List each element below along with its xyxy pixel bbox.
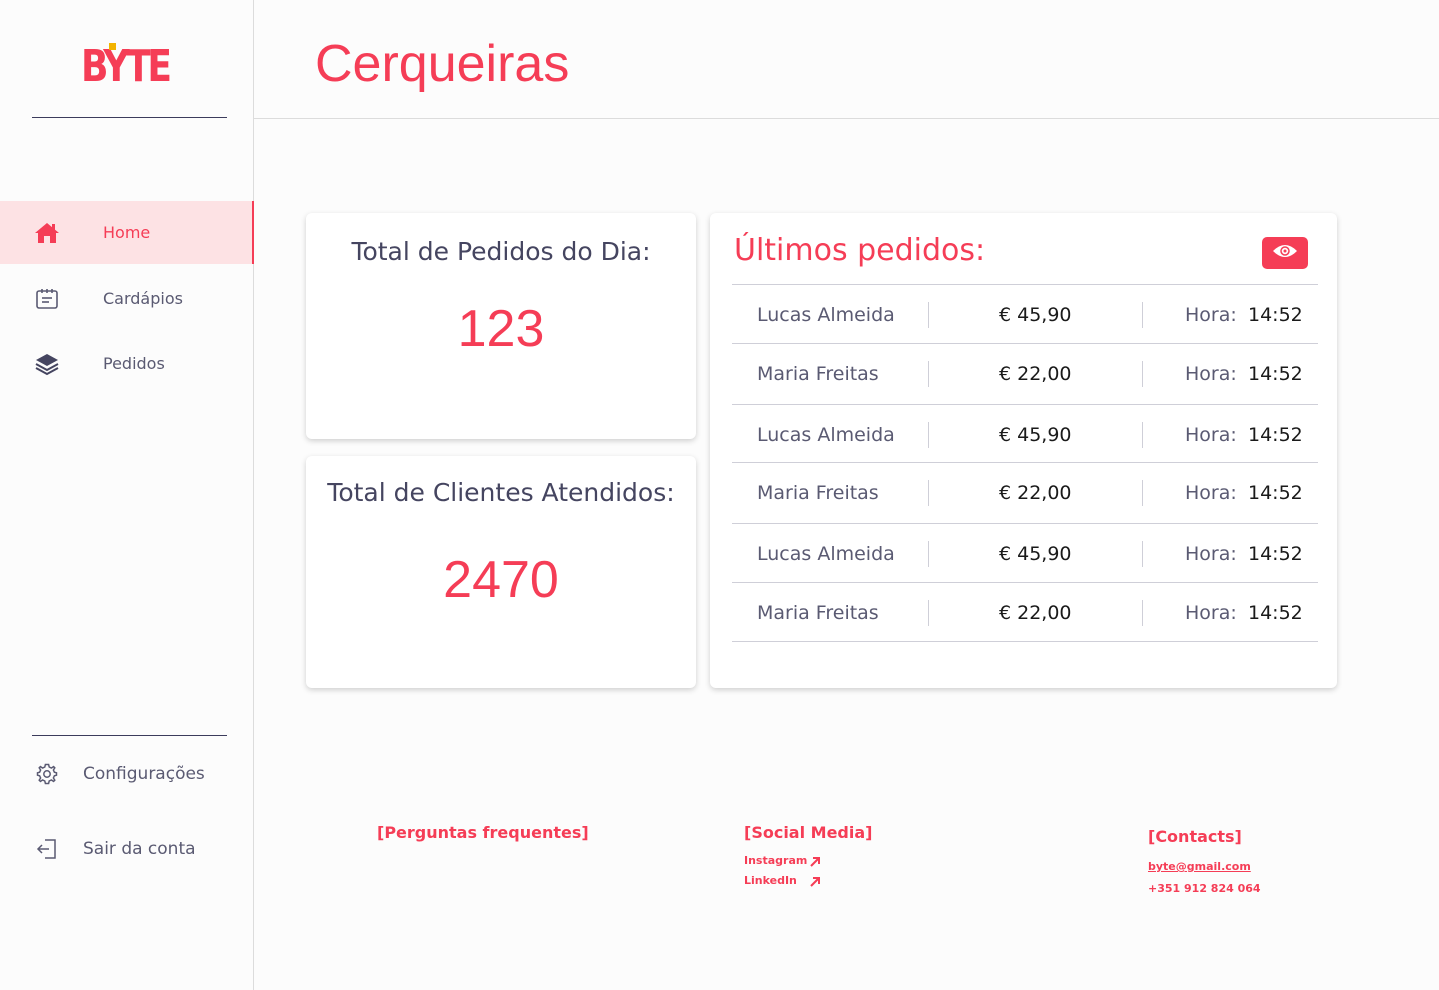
clients-total-title: Total de Clientes Atendidos: — [327, 478, 675, 507]
column-divider — [928, 422, 929, 448]
order-price: € 22,00 — [999, 602, 1072, 624]
order-row[interactable]: Lucas Almeida € 45,90 Hora: 14:52 — [732, 404, 1318, 464]
contact-phone: +351 912 824 064 — [1148, 882, 1261, 895]
order-price: € 45,90 — [999, 424, 1072, 446]
order-time: 14:52 — [1248, 424, 1303, 446]
column-divider — [1142, 541, 1143, 567]
sidebar-divider-top — [32, 117, 227, 118]
sidebar-item-home[interactable]: Home — [0, 201, 254, 264]
order-customer-name: Maria Freitas — [757, 363, 879, 385]
order-time-label: Hora: — [1185, 543, 1237, 565]
clients-total-value: 2470 — [443, 551, 559, 609]
contact-email-link[interactable]: byte@gmail.com — [1148, 860, 1251, 873]
sidebar-item-label: Configurações — [83, 764, 205, 784]
order-time: 14:52 — [1248, 363, 1303, 385]
order-row[interactable]: Maria Freitas € 22,00 Hora: 14:52 — [732, 462, 1318, 522]
order-row[interactable]: Maria Freitas € 22,00 Hora: 14:52 — [732, 343, 1318, 403]
column-divider — [1142, 600, 1143, 626]
layers-icon — [34, 351, 60, 377]
column-divider — [928, 541, 929, 567]
sidebar-item-configuracoes[interactable]: Configurações — [0, 754, 254, 794]
column-divider — [928, 361, 929, 387]
order-customer-name: Maria Freitas — [757, 482, 879, 504]
order-price: € 22,00 — [999, 482, 1072, 504]
order-time-label: Hora: — [1185, 482, 1237, 504]
column-divider — [1142, 422, 1143, 448]
view-orders-button[interactable] — [1262, 237, 1308, 269]
column-divider — [1142, 480, 1143, 506]
recent-orders-title: Últimos pedidos: — [734, 233, 986, 268]
eye-icon — [1272, 243, 1298, 263]
clients-total-card: Total de Clientes Atendidos: 2470 — [306, 456, 696, 688]
order-time: 14:52 — [1248, 543, 1303, 565]
gear-icon — [34, 761, 60, 787]
order-row[interactable]: Lucas Almeida € 45,90 Hora: 14:52 — [732, 523, 1318, 583]
column-divider — [928, 480, 929, 506]
order-time: 14:52 — [1248, 482, 1303, 504]
order-time-label: Hora: — [1185, 424, 1237, 446]
column-divider — [1142, 302, 1143, 328]
instagram-link[interactable]: Instagram — [744, 854, 807, 867]
sidebar: BYTE Home Cardápios Pedidos Configuraçõe… — [0, 0, 254, 990]
page-header: Cerqueiras — [254, 0, 1439, 119]
order-time-label: Hora: — [1185, 304, 1237, 326]
orders-total-card: Total de Pedidos do Dia: 123 — [306, 213, 696, 439]
order-time: 14:52 — [1248, 304, 1303, 326]
contacts-title: [Contacts] — [1148, 827, 1242, 846]
order-time: 14:52 — [1248, 602, 1303, 624]
logo-dot — [109, 43, 116, 50]
sidebar-item-label: Pedidos — [103, 354, 165, 373]
order-price: € 45,90 — [999, 543, 1072, 565]
page-title: Cerqueiras — [315, 35, 570, 93]
orders-total-title: Total de Pedidos do Dia: — [351, 237, 651, 266]
byte-logo[interactable]: BYTE — [81, 41, 172, 92]
social-media-title: [Social Media] — [744, 823, 873, 842]
order-customer-name: Lucas Almeida — [757, 304, 895, 326]
home-icon — [34, 220, 60, 246]
order-customer-name: Maria Freitas — [757, 602, 879, 624]
order-row[interactable]: Lucas Almeida € 45,90 Hora: 14:52 — [732, 284, 1318, 344]
column-divider — [928, 600, 929, 626]
external-link-icon — [808, 874, 822, 888]
order-time-label: Hora: — [1185, 363, 1237, 385]
sidebar-item-logout[interactable]: Sair da conta — [0, 829, 254, 869]
sidebar-item-label: Home — [103, 223, 151, 242]
external-link-icon — [808, 854, 822, 868]
order-customer-name: Lucas Almeida — [757, 424, 895, 446]
orders-total-value: 123 — [457, 300, 545, 358]
order-price: € 45,90 — [999, 304, 1072, 326]
sidebar-item-label: Cardápios — [103, 289, 183, 308]
sidebar-item-cardapios[interactable]: Cardápios — [0, 267, 254, 330]
column-divider — [928, 302, 929, 328]
menu-card-icon — [34, 286, 60, 312]
linkedin-link[interactable]: LinkedIn — [744, 874, 797, 887]
faq-link[interactable]: [Perguntas frequentes] — [377, 823, 589, 842]
order-price: € 22,00 — [999, 363, 1072, 385]
order-customer-name: Lucas Almeida — [757, 543, 895, 565]
sidebar-item-pedidos[interactable]: Pedidos — [0, 332, 254, 395]
column-divider — [1142, 361, 1143, 387]
recent-orders-card: Últimos pedidos: Lucas Almeida € 45,90 Hor… — [710, 213, 1337, 688]
logout-icon — [34, 836, 60, 862]
order-time-label: Hora: — [1185, 602, 1237, 624]
order-row[interactable]: Maria Freitas € 22,00 Hora: 14:52 — [732, 582, 1318, 642]
sidebar-divider-bottom — [32, 735, 227, 736]
sidebar-item-label: Sair da conta — [83, 839, 196, 859]
logo-text: BYTE — [81, 41, 172, 92]
